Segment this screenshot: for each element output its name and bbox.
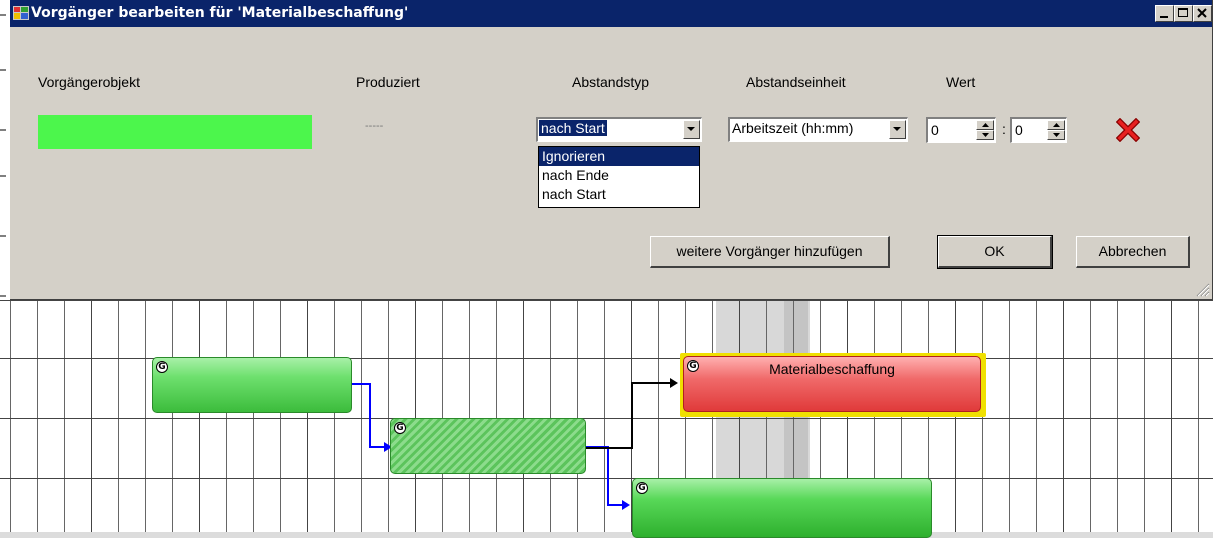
minutes-value: 0 — [1015, 122, 1023, 138]
gantt-bar-1[interactable]: G — [152, 357, 352, 413]
close-button[interactable] — [1193, 5, 1212, 22]
minimize-icon — [1160, 16, 1168, 18]
gap-type-dropdown-button[interactable] — [683, 120, 700, 139]
maximize-button[interactable] — [1174, 5, 1193, 22]
ok-button[interactable]: OK — [937, 235, 1053, 269]
arrow-down-icon — [982, 133, 989, 137]
gap-type-options-list[interactable]: Ignorieren nach Ende nach Start — [538, 146, 700, 208]
predecessor-object-field[interactable] — [38, 115, 312, 149]
hours-down-button[interactable] — [976, 130, 994, 140]
gantt-bar-materialbeschaffung[interactable]: G Materialbeschaffung — [680, 353, 986, 417]
option-nach-ende[interactable]: nach Ende — [539, 166, 699, 185]
minutes-down-button[interactable] — [1047, 130, 1065, 140]
cancel-button[interactable]: Abbrechen — [1076, 236, 1190, 268]
chevron-down-icon — [893, 127, 901, 131]
minutes-stepper[interactable]: 0 — [1010, 117, 1067, 143]
link-bar1-bar2 — [352, 383, 384, 448]
app-icon — [13, 6, 29, 20]
option-ignorieren[interactable]: Ignorieren — [539, 147, 699, 166]
header-gap-type: Abstandstyp — [572, 74, 650, 90]
gantt-bar-4[interactable]: G — [632, 478, 932, 538]
hours-value: 0 — [931, 122, 939, 138]
close-icon — [1197, 8, 1207, 18]
maximize-icon — [1178, 8, 1188, 17]
edit-predecessors-dialog: Vorgänger bearbeiten für 'Materialbescha… — [10, 0, 1213, 300]
add-more-label: weitere Vorgänger hinzufügen — [676, 243, 863, 259]
gap-type-value: nach Start — [539, 120, 607, 136]
gap-unit-dropdown-button[interactable] — [889, 120, 906, 139]
gap-type-select[interactable]: nach Start — [536, 117, 702, 142]
dialog-title: Vorgänger bearbeiten für 'Materialbescha… — [31, 5, 409, 21]
header-gap-unit: Abstandseinheit — [746, 74, 846, 90]
gap-unit-value: Arbeitszeit (hh:mm) — [732, 120, 854, 136]
header-produced: Produziert — [356, 74, 420, 90]
hours-stepper[interactable]: 0 — [926, 117, 996, 143]
bar-label: Materialbeschaffung — [769, 361, 895, 377]
ok-label: OK — [984, 243, 1005, 259]
gantt-bar-2[interactable]: G — [390, 418, 586, 474]
badge-g-icon: G — [394, 422, 406, 434]
title-bar[interactable]: Vorgänger bearbeiten für 'Materialbescha… — [10, 0, 1212, 27]
time-separator: : — [1002, 121, 1006, 137]
link-bar2-bar4 — [586, 446, 622, 506]
add-more-predecessors-button[interactable]: weitere Vorgänger hinzufügen — [650, 236, 890, 268]
option-nach-start[interactable]: nach Start — [539, 185, 699, 204]
link-bar2-bar3 — [586, 382, 670, 449]
arrow-up-icon — [982, 123, 989, 127]
arrow-up-icon — [1053, 123, 1060, 127]
badge-g-icon: G — [636, 482, 648, 494]
hours-up-button[interactable] — [976, 120, 994, 130]
gap-unit-select[interactable]: Arbeitszeit (hh:mm) — [728, 117, 908, 142]
resize-grip-icon[interactable] — [1196, 283, 1210, 297]
delete-icon[interactable] — [1116, 118, 1140, 142]
minutes-up-button[interactable] — [1047, 120, 1065, 130]
header-value: Wert — [946, 74, 976, 90]
chevron-down-icon — [687, 127, 695, 131]
header-predecessor: Vorgängerobjekt — [38, 74, 140, 90]
badge-g-icon: G — [156, 361, 168, 373]
cancel-label: Abbrechen — [1098, 243, 1167, 259]
produced-value: ----- — [365, 120, 384, 132]
minimize-button[interactable] — [1155, 5, 1174, 22]
arrow-down-icon — [1053, 133, 1060, 137]
